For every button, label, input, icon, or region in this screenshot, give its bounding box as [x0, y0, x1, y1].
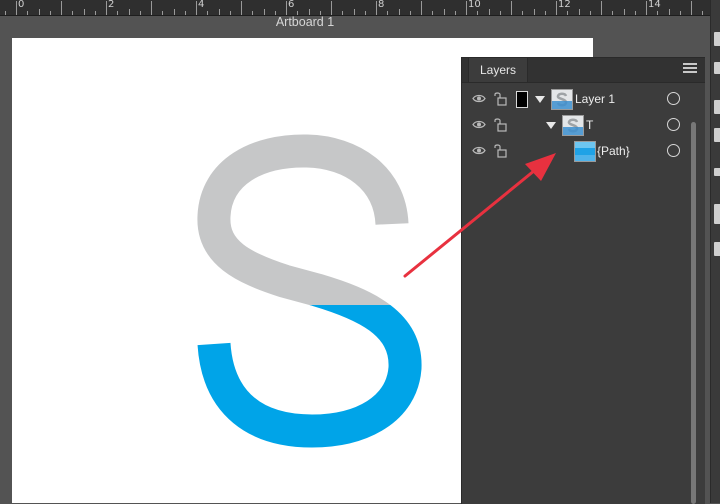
ruler-tick	[533, 9, 535, 15]
right-tool-strip	[710, 0, 720, 503]
ruler-tick	[556, 1, 557, 15]
eye-icon[interactable]	[472, 93, 486, 104]
eye-icon[interactable]	[472, 145, 486, 156]
ruler-tick	[184, 11, 186, 15]
ruler-tick	[387, 11, 389, 15]
horizontal-ruler: 0 2 4 6 8 10 12 14	[0, 0, 710, 16]
ruler-tick	[578, 9, 580, 15]
unlock-icon[interactable]	[493, 91, 507, 106]
tool-strip-icon[interactable]	[714, 128, 720, 142]
ruler-tick	[646, 1, 647, 15]
layer-color-swatch[interactable]	[516, 91, 528, 108]
tool-strip-icon[interactable]	[714, 242, 720, 256]
ruler-tick	[443, 9, 445, 15]
ruler-tick	[94, 11, 96, 15]
ruler-tick	[522, 11, 524, 15]
ruler-tick	[139, 11, 141, 15]
ruler-tick	[623, 9, 625, 15]
ruler-label: 8	[378, 0, 385, 10]
tool-strip-icon[interactable]	[714, 168, 720, 176]
ruler-tick	[432, 11, 434, 15]
ruler-tick	[4, 11, 6, 15]
disclosure-triangle-icon[interactable]	[546, 122, 556, 129]
hamburger-icon[interactable]	[683, 63, 697, 77]
ruler-tick	[567, 11, 569, 15]
group-thumbnail	[562, 115, 584, 136]
ruler-tick	[657, 11, 659, 15]
ruler-tick	[106, 1, 107, 15]
eye-icon[interactable]	[472, 119, 486, 130]
ruler-tick	[117, 11, 119, 15]
target-circle-icon[interactable]	[667, 92, 680, 105]
layer-row-path[interactable]: {Path}	[462, 138, 694, 164]
ruler-label: 12	[558, 0, 571, 10]
ruler-label: 14	[648, 0, 661, 10]
ruler-tick	[421, 1, 422, 15]
tool-strip-icon[interactable]	[714, 100, 720, 114]
ruler-tick	[634, 11, 636, 15]
target-circle-icon[interactable]	[667, 144, 680, 157]
ruler-tick	[162, 11, 164, 15]
ruler-label: 4	[198, 0, 205, 10]
ruler-tick	[702, 11, 704, 15]
ruler-tick	[679, 11, 681, 15]
ruler-label: 2	[108, 0, 115, 10]
ruler-tick	[241, 1, 242, 15]
ruler-tick	[499, 11, 501, 15]
ruler-tick	[477, 11, 479, 15]
tab-layers[interactable]: Layers	[468, 58, 528, 82]
ruler-tick	[173, 9, 175, 15]
ruler-tick	[61, 1, 62, 15]
tool-strip-icon[interactable]	[714, 62, 720, 74]
tool-strip-icon[interactable]	[714, 32, 720, 46]
ruler-tick	[16, 1, 17, 15]
ruler-tick	[601, 1, 602, 15]
tool-strip-icon[interactable]	[714, 204, 720, 224]
ruler-tick	[128, 9, 130, 15]
layer-name: {Path}	[597, 144, 630, 158]
layer-row-layer-1[interactable]: Layer 1	[462, 86, 694, 112]
ruler-tick	[196, 1, 197, 15]
ruler-tick	[691, 1, 692, 15]
layer-name: T	[586, 118, 594, 132]
ruler-tick	[49, 11, 51, 15]
ruler-tick	[72, 11, 74, 15]
ruler-tick	[544, 11, 546, 15]
unlock-icon[interactable]	[493, 117, 507, 132]
ruler-tick	[38, 9, 40, 15]
ruler-tick	[488, 9, 490, 15]
ruler-tick	[151, 1, 152, 15]
ruler-tick	[612, 11, 614, 15]
ruler-tick	[398, 9, 400, 15]
layer-thumbnail	[551, 89, 573, 110]
ruler-label: 0	[18, 0, 25, 10]
unlock-icon[interactable]	[493, 143, 507, 158]
ruler-tick	[331, 1, 332, 15]
panel-scrollbar[interactable]	[691, 122, 696, 504]
ruler-tick	[207, 11, 209, 15]
ruler-tick	[27, 11, 29, 15]
ruler-tick	[409, 11, 411, 15]
ruler-label: 10	[468, 0, 481, 10]
layers-panel-tabbar: Layers	[462, 58, 705, 83]
ruler-tick	[286, 1, 287, 15]
artboard-title: Artboard 1	[275, 15, 335, 29]
target-circle-icon[interactable]	[667, 118, 680, 131]
ruler-tick	[454, 11, 456, 15]
ruler-tick	[589, 11, 591, 15]
ruler-tick	[376, 1, 377, 15]
layer-row-t[interactable]: T	[462, 112, 694, 138]
ruler-tick	[668, 9, 670, 15]
ruler-tick	[511, 1, 512, 15]
ruler-tick	[83, 9, 85, 15]
ruler-label: 6	[288, 0, 295, 10]
ruler-tick	[218, 9, 220, 15]
layer-name: Layer 1	[575, 92, 616, 106]
ruler-tick	[466, 1, 467, 15]
layers-panel: Layers Layer 1 T {Path}	[461, 57, 705, 504]
path-thumbnail	[574, 141, 596, 162]
disclosure-triangle-icon[interactable]	[535, 96, 545, 103]
